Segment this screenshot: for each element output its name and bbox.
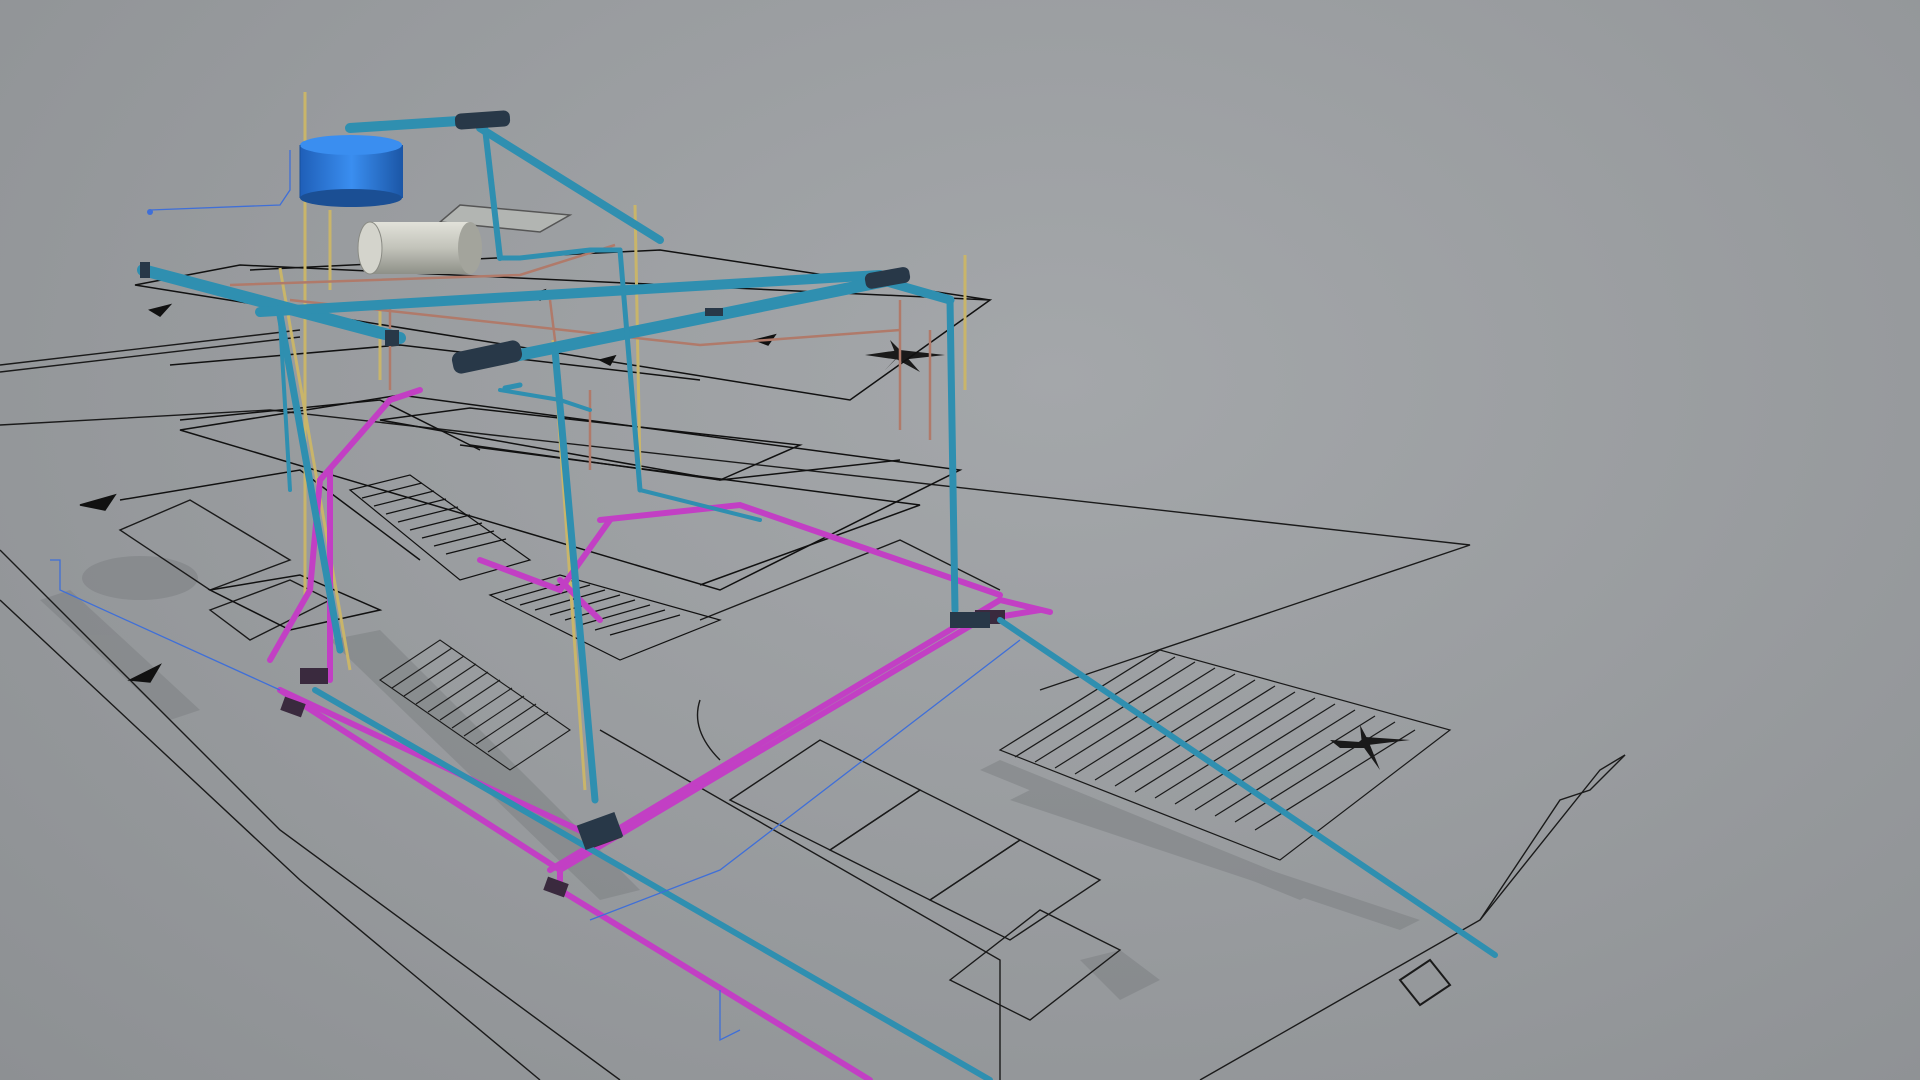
- pipe-caps: [140, 110, 990, 851]
- gas-pipes: [229, 243, 932, 470]
- cold-water-pipes: [137, 113, 1498, 1080]
- blue-line-node: [147, 209, 153, 215]
- ground-floor-plan: [0, 329, 1626, 1080]
- sewage-fittings: [280, 610, 1005, 898]
- compass-rose-ground: [1330, 725, 1410, 770]
- compass-rose-upper: [865, 340, 945, 372]
- water-heater[interactable]: [357, 221, 482, 275]
- ground-shadows: [40, 556, 1420, 1000]
- sewage-pipes: [267, 387, 1053, 1080]
- hot-water-pipes: [278, 92, 967, 791]
- drawing-blue-lines: [50, 150, 1021, 1042]
- upper-floor-plan: [79, 394, 963, 683]
- water-tank[interactable]: [299, 135, 403, 207]
- roof-plan: [134, 204, 993, 481]
- plumbing-model-scene[interactable]: [0, 0, 1920, 1080]
- 3d-viewport[interactable]: [0, 0, 1920, 1080]
